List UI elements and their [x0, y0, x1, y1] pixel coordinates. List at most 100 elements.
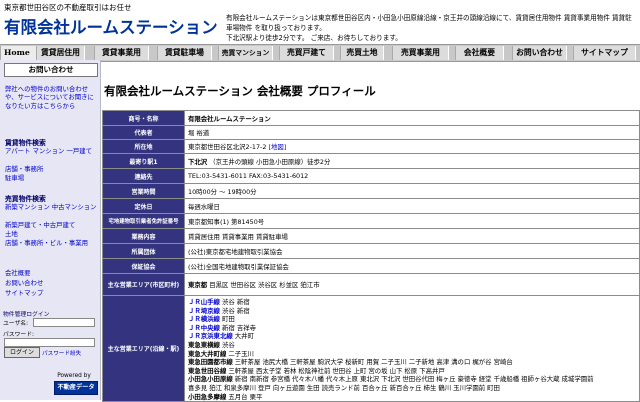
nav-rental-business[interactable]: 賃貸事業用 — [94, 46, 149, 60]
line-stations: 渋谷 新宿 — [222, 306, 250, 315]
sale-search-heading: 売買物件検索 — [5, 195, 46, 203]
area-lines-cell: ＪＲ山手線 渋谷 新宿 ＪＲ埼京線 渋谷 新宿 ＪＲ横浜線 町田 ＪＲ中央線 新… — [184, 294, 640, 402]
line-stations: 大井町 — [234, 332, 254, 341]
line-item: 東急東横線 渋谷 — [188, 341, 636, 350]
line-item: 東急大井町線 二子玉川 — [188, 350, 636, 359]
row-label: 定休日 — [102, 198, 185, 214]
row-label: 最寄り駅1 — [102, 153, 185, 169]
line-stations: 渋谷 新宿 — [222, 298, 250, 306]
login-button[interactable]: ログイン — [4, 347, 40, 358]
rental-office-link[interactable]: 店舗・事務所 — [5, 165, 97, 173]
password-label: パスワード: — [3, 332, 34, 338]
table-row: 保証協会 (公社)全国宅地建物取引業保証協会 — [102, 258, 640, 274]
sidebar-company-link[interactable]: 会社概要 — [5, 269, 97, 277]
row-label: 連絡先 — [102, 168, 185, 184]
sidebar-contact-button[interactable]: お問い合わせ — [4, 63, 98, 77]
station-note: （京王井の頭線 小田急小田原線）徒歩2分 — [209, 157, 331, 166]
line-name[interactable]: 東急大井町線 — [188, 350, 226, 358]
line-item: 喜多見 狛江 和泉多摩川 登戸 向ヶ丘遊園 生田 読売ランド前 百合ヶ丘 新百合… — [188, 384, 636, 393]
company-logo[interactable]: 有限会社ルームステーション — [4, 14, 218, 38]
station-name: 下北沢 — [188, 157, 208, 166]
row-label: 所属団体 — [102, 243, 185, 259]
table-row: 連絡先 TEL:03-5431-6011 FAX:03-5431-6012 — [102, 168, 640, 184]
username-input[interactable] — [33, 318, 95, 327]
area-city-cell: 東京都 目黒区 世田谷区 渋谷区 杉並区 狛江市 — [184, 273, 640, 296]
table-row: 所属団体 (公社)東京都宅地建物取引業協会 — [102, 243, 640, 259]
username-label: ユーザ名: — [3, 321, 29, 327]
line-name[interactable]: ＪＲ横浜線 — [188, 315, 220, 323]
rental-parking-link[interactable]: 駐車場 — [5, 174, 97, 182]
row-label: 宅地建物取引業者免許証番号 — [102, 213, 185, 229]
password-input[interactable] — [4, 338, 95, 347]
nav-sale-house[interactable]: 売買戸建て — [279, 46, 334, 60]
row-label: 業務内容 — [102, 228, 185, 244]
nav-rental-parking[interactable]: 賃貸駐車場 — [157, 46, 212, 60]
holiday-value: 毎週水曜日 — [184, 198, 640, 214]
nav-sale-mansion[interactable]: 売買マンション — [218, 46, 273, 60]
line-item: 東急田園都市線 三軒茶屋 池尻大橋 三軒茶屋 駒沢大学 桜新町 用賀 二子玉川 … — [188, 358, 636, 367]
page-title: 有限会社ルームステーション 会社概要 プロフィール — [104, 84, 376, 98]
table-row: 所在地 東京都世田谷区北沢2-17-2 [地図] — [102, 139, 640, 154]
line-stations: 三軒茶屋 池尻大橋 三軒茶屋 駒沢大学 桜新町 用賀 二子玉川 二子新地 高津 … — [234, 358, 513, 367]
line-name[interactable]: ＪＲ京浜東北線 — [188, 332, 233, 340]
nav-contact[interactable]: お問い合わせ — [512, 46, 567, 60]
sidebar-intro-link[interactable]: 弊社への物件のお問い合わせや、サービスについてお聞きになりたい方はこちらから — [5, 85, 97, 110]
line-stations: 五月台 栗平 — [228, 392, 263, 401]
sale-land-link[interactable]: 土地 — [5, 230, 97, 238]
line-item: ＪＲ横浜線 町田 — [188, 315, 636, 324]
table-row: 代表者 堀 裕道 — [102, 125, 640, 140]
line-item: ＪＲ中央線 新宿 吉祥寺 — [188, 324, 636, 333]
nav-home[interactable]: Home — [0, 46, 38, 60]
table-row: 業務内容 賃貸居住用 賃貸事業用 賃貸駐車場 — [102, 228, 640, 244]
table-row: 営業時間 10時00分 ～ 19時00分 — [102, 183, 640, 199]
description-line-2: 下北沢駅より徒歩2分です。 ご来店、お待ちしております。 — [226, 34, 402, 42]
row-label: 商号・名称 — [102, 110, 185, 126]
line-stations: 渋谷 — [222, 340, 235, 349]
row-label: 保証協会 — [102, 258, 185, 274]
nav-company-profile[interactable]: 会社概要 — [455, 46, 504, 60]
sale-business-link[interactable]: 店舗・事務所・ビル・事業用 — [5, 239, 97, 247]
line-item: ＪＲ山手線 渋谷 新宿 — [188, 298, 636, 307]
line-name[interactable]: 小田急多摩線 — [188, 393, 226, 401]
line-name[interactable]: ＪＲ山手線 — [188, 298, 220, 306]
line-name[interactable]: 東急世田谷線 — [188, 367, 226, 375]
line-stations: 町田 — [222, 315, 235, 324]
table-row: 主な営業エリア(市区町村) 東京都 目黒区 世田谷区 渋谷区 杉並区 狛江市 — [102, 273, 640, 296]
forgot-password-link[interactable]: パスワード紛失 — [42, 349, 81, 357]
rental-search-heading: 賃貸物件検索 — [5, 139, 46, 147]
line-stations: 新宿 吉祥寺 — [222, 323, 256, 332]
line-name[interactable]: 東急東横線 — [188, 341, 220, 349]
line-item: ＪＲ埼京線 渋谷 新宿 — [188, 307, 636, 316]
contact-value: TEL:03-5431-6011 FAX:03-5431-6012 — [184, 168, 640, 184]
nav-rental-residential[interactable]: 賃貸居住用 — [36, 46, 85, 60]
line-name[interactable]: ＪＲ中央線 — [188, 324, 220, 332]
powered-by-logo[interactable]: 不動産データ — [54, 381, 98, 395]
nav-sale-business[interactable]: 売買事業用 — [392, 46, 449, 60]
row-label: 代表者 — [102, 125, 185, 140]
nav-sitemap[interactable]: サイトマップ — [573, 46, 636, 60]
sale-mansion-link[interactable]: 新築マンション 中古マンション — [5, 203, 97, 211]
line-name[interactable]: ＪＲ埼京線 — [188, 307, 220, 315]
sidebar-sitemap-link[interactable]: サイトマップ — [5, 289, 97, 297]
site-description: 有限会社ルームステーションは東京都世田谷区内・小田急小田原線沿線・京王井の頭線沿… — [226, 13, 636, 43]
hours-value: 10時00分 ～ 19時00分 — [184, 183, 640, 199]
line-stations: 新宿 南新宿 参宮橋 代々木八幡 代々木上原 東北沢 下北沢 世田谷代田 梅ヶ丘… — [234, 375, 594, 384]
sale-house-link[interactable]: 新築戸建て・中古戸建て — [5, 221, 97, 229]
sidebar-contact-link[interactable]: お問い合わせ — [5, 279, 97, 287]
line-stations: 二子玉川 — [228, 349, 254, 358]
nav-sale-land[interactable]: 売買土地 — [340, 46, 384, 60]
address-cell: 東京都世田谷区北沢2-17-2 [地図] — [184, 139, 640, 154]
map-link[interactable]: [地図] — [268, 143, 286, 151]
line-item: 東急世田谷線 三軒茶屋 西太子堂 若林 松陰神社前 世田谷 上町 宮の坂 山下 … — [188, 367, 636, 376]
table-row: 主な営業エリア(沿線・駅) ＪＲ山手線 渋谷 新宿 ＪＲ埼京線 渋谷 新宿 ＪＲ… — [102, 294, 640, 402]
area-cities: 目黒区 世田谷区 渋谷区 杉並区 狛江市 — [209, 281, 320, 289]
powered-by-label: Powered by — [57, 373, 91, 379]
line-stations: 喜多見 狛江 和泉多摩川 登戸 向ヶ丘遊園 生田 読売ランド前 百合ヶ丘 新百合… — [188, 383, 500, 392]
line-name[interactable]: 小田急小田原線 — [188, 375, 233, 383]
prefecture-name: 東京都 — [188, 281, 208, 289]
row-label: 主な営業エリア(市区町村) — [102, 273, 185, 296]
line-name[interactable]: 東急田園都市線 — [188, 358, 233, 366]
row-label: 主な営業エリア(沿線・駅) — [102, 294, 185, 402]
rental-apartment-link[interactable]: アパート マンション 一戸建て — [5, 147, 97, 155]
line-stations: 三軒茶屋 西太子堂 若林 松陰神社前 世田谷 上町 宮の坂 山下 松原 下高井戸 — [228, 366, 445, 375]
